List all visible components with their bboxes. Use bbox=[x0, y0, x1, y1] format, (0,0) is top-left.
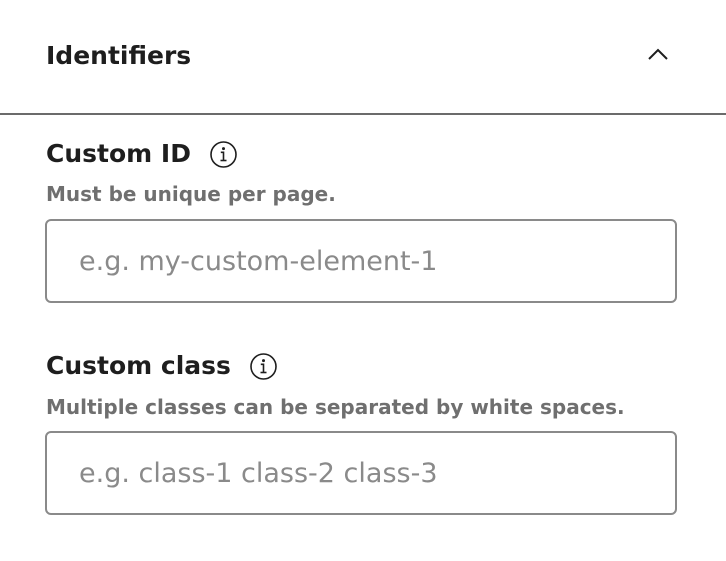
custom-class-help-text: Multiple classes can be separated by whi… bbox=[46, 395, 625, 419]
custom-id-input[interactable] bbox=[45, 219, 677, 303]
info-icon[interactable] bbox=[249, 352, 278, 381]
panel-title: Identifiers bbox=[46, 41, 192, 70]
custom-class-label: Custom class bbox=[46, 351, 231, 380]
custom-id-help-text: Must be unique per page. bbox=[46, 182, 336, 206]
chevron-up-icon[interactable] bbox=[646, 42, 670, 66]
identifiers-panel-header[interactable]: Identifiers bbox=[0, 0, 726, 115]
custom-class-label-row: Custom class bbox=[46, 350, 278, 382]
custom-id-label: Custom ID bbox=[46, 139, 191, 168]
custom-class-input[interactable] bbox=[45, 431, 677, 515]
custom-id-label-row: Custom ID bbox=[46, 138, 238, 170]
info-icon[interactable] bbox=[209, 140, 238, 169]
